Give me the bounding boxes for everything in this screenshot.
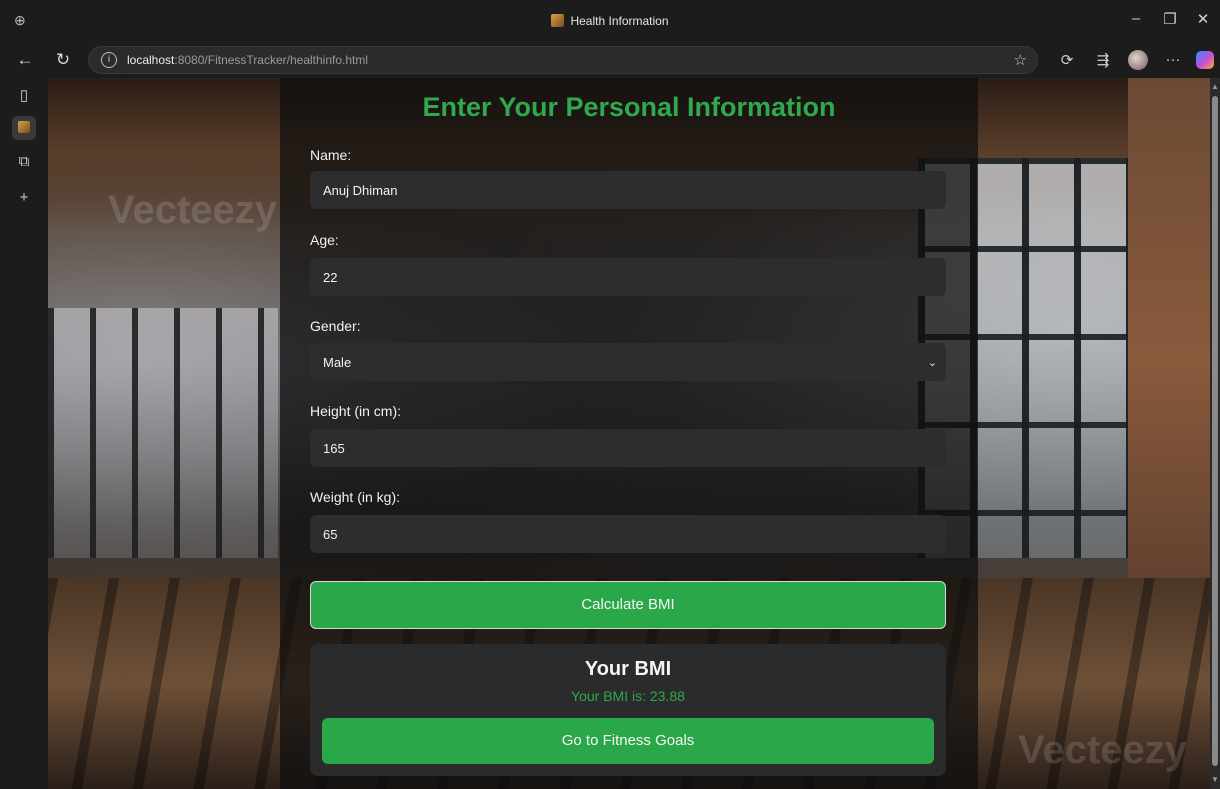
info-icon[interactable]: i [101, 52, 117, 68]
scroll-down-icon[interactable]: ▼ [1211, 775, 1219, 784]
bmi-result-title: Your BMI [584, 658, 672, 680]
favorites-icon[interactable]: ⇶ [1092, 51, 1114, 69]
scroll-up-icon[interactable]: ▲ [1211, 82, 1219, 91]
weight-input[interactable]: 65 [310, 515, 946, 553]
url-host: localhost [127, 53, 175, 67]
star-icon[interactable]: ☆ [1014, 51, 1027, 69]
watermark-text: Vecteezy [108, 188, 278, 232]
new-tab-icon[interactable]: + [12, 186, 36, 210]
page-viewport: Vecteezy Vecteezy Enter Your Personal In… [48, 78, 1210, 789]
title-bar: ⊕ Health Information – ❐ ✕ [0, 0, 1220, 42]
tab-title-text: Health Information [570, 14, 669, 28]
bmi-result-value: Your BMI is: 23.88 [571, 688, 685, 704]
watermark-text: Vecteezy [1018, 728, 1188, 772]
back-arrow-icon[interactable]: ← [14, 49, 36, 71]
browser-window: ⊕ Health Information – ❐ ✕ ← ↻ i localho… [0, 0, 1220, 789]
weight-label: Weight (in kg): [310, 489, 400, 505]
more-icon[interactable]: ··· [1162, 51, 1184, 68]
extensions-icon[interactable]: ⟳ [1056, 51, 1078, 69]
gender-label: Gender: [310, 318, 361, 334]
restore-icon[interactable]: ❐ [1160, 10, 1180, 28]
height-label: Height (in cm): [310, 403, 402, 419]
collections-icon[interactable]: ⧉ [12, 150, 36, 174]
name-label: Name: [310, 147, 352, 163]
age-label: Age: [310, 232, 339, 248]
close-icon[interactable]: ✕ [1193, 10, 1213, 28]
profile-avatar[interactable] [1128, 50, 1148, 70]
url-text[interactable]: localhost:8080/FitnessTracker/healthinfo… [127, 53, 368, 67]
copilot-icon[interactable] [1196, 51, 1214, 69]
health-info-form: Enter Your Personal Information Name: An… [280, 78, 978, 789]
page-title: Enter Your Personal Information [422, 92, 836, 122]
calculate-bmi-button[interactable]: Calculate BMI [310, 581, 946, 629]
fitness-goals-button[interactable]: Go to Fitness Goals [322, 718, 934, 764]
age-input[interactable]: 22 [310, 258, 946, 296]
refresh-icon[interactable]: ↻ [52, 49, 74, 71]
address-bar[interactable]: i localhost:8080/FitnessTracker/healthin… [88, 46, 1038, 74]
height-input[interactable]: 165 [310, 429, 946, 467]
minimize-icon[interactable]: – [1126, 10, 1146, 27]
chevron-down-icon: ⌄ [927, 357, 937, 369]
scrollbar-thumb[interactable] [1212, 96, 1218, 766]
tab-favicon-icon [18, 121, 30, 133]
page-scrollbar[interactable]: ▲ ▼ [1210, 78, 1220, 789]
url-path: :8080/FitnessTracker/healthinfo.html [174, 53, 369, 67]
page-favicon-icon [551, 14, 565, 27]
gender-selected-value: Male [323, 355, 352, 370]
background-window-left [48, 308, 278, 558]
tab-actions-icon[interactable]: ▯ [12, 84, 36, 108]
name-input[interactable]: Anuj Dhiman [310, 171, 946, 209]
tab-health-information[interactable] [12, 116, 36, 140]
vertical-tab-bar: ▯ ⧉ + [0, 78, 48, 789]
gender-select[interactable]: Male ⌄ [310, 343, 946, 381]
bmi-result-card: Your BMI Your BMI is: 23.88 Go to Fitnes… [310, 644, 946, 776]
window-title: Health Information [0, 14, 1220, 28]
navigation-bar: ← ↻ i localhost:8080/FitnessTracker/heal… [0, 42, 1220, 78]
